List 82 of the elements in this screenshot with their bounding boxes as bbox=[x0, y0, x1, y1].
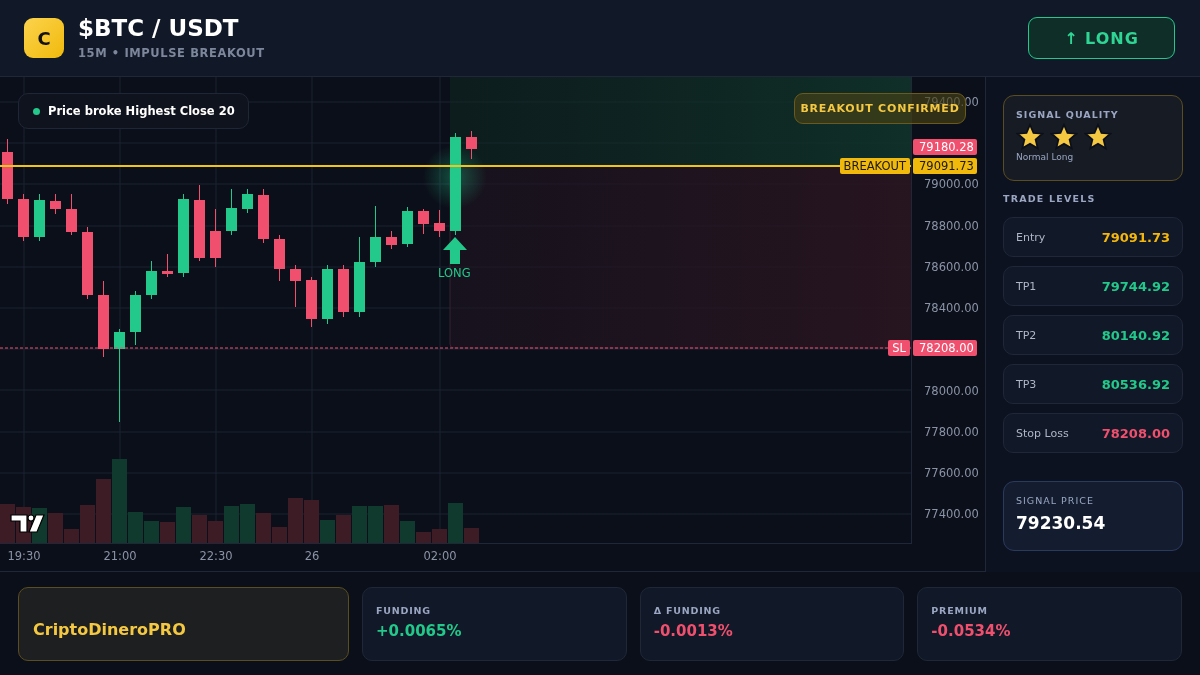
section-title: TRADE LEVELS bbox=[1003, 193, 1097, 204]
metric-value: -0.0013% bbox=[653, 622, 734, 640]
candle bbox=[162, 253, 173, 278]
metric-label: Δ FUNDING bbox=[653, 605, 722, 616]
candle bbox=[274, 234, 285, 282]
candle bbox=[338, 264, 349, 318]
candle bbox=[322, 264, 333, 325]
metric-value: -0.0534% bbox=[931, 622, 1012, 640]
candle bbox=[226, 188, 237, 236]
time-tick: 21:00 bbox=[102, 549, 138, 563]
brand-name: CriptoDineroPRO bbox=[33, 619, 186, 639]
volume-bar bbox=[368, 506, 383, 543]
candle bbox=[434, 209, 445, 238]
price-tag: 78208.00 bbox=[913, 340, 977, 356]
level-value: 79744.92 bbox=[1101, 278, 1170, 294]
level-value: 80536.92 bbox=[1101, 376, 1170, 392]
volume-bar bbox=[0, 504, 15, 543]
volume-bar bbox=[240, 504, 255, 543]
candle bbox=[210, 208, 221, 268]
metric-value: +0.0065% bbox=[376, 622, 463, 640]
time-tick: 26 bbox=[303, 549, 321, 563]
price-tick: 77600.00 bbox=[924, 465, 979, 481]
candle bbox=[130, 290, 141, 346]
candle bbox=[50, 193, 61, 215]
price-tick: 77400.00 bbox=[924, 506, 979, 522]
candle bbox=[386, 230, 397, 250]
level-label: TP2 bbox=[1016, 328, 1037, 342]
candle bbox=[370, 205, 381, 268]
pair-title: $BTC / USDT bbox=[78, 16, 240, 40]
candle bbox=[146, 260, 157, 300]
candle bbox=[258, 188, 269, 244]
up-arrow-icon bbox=[443, 237, 467, 264]
time-tick: 19:30 bbox=[6, 549, 42, 563]
price-tag-label: SL bbox=[888, 340, 910, 356]
price-tick: 78400.00 bbox=[924, 300, 979, 316]
volume-bar bbox=[336, 515, 351, 543]
price-tag: 79180.28 bbox=[913, 139, 977, 155]
star-icon bbox=[1050, 123, 1078, 151]
long-button[interactable]: ↑ LONG bbox=[1028, 17, 1175, 59]
level-label: TP1 bbox=[1016, 279, 1037, 293]
candle bbox=[466, 130, 477, 160]
price-tick: 78800.00 bbox=[924, 218, 979, 234]
price-tick: 78000.00 bbox=[924, 383, 979, 399]
candle bbox=[418, 208, 429, 235]
level-value: 80140.92 bbox=[1101, 327, 1170, 343]
candle bbox=[66, 193, 77, 236]
price-tick: 79000.00 bbox=[924, 176, 979, 192]
candle bbox=[34, 193, 45, 242]
time-tick: 22:30 bbox=[198, 549, 234, 563]
candle bbox=[402, 206, 413, 248]
level-label: Stop Loss bbox=[1016, 426, 1069, 440]
volume-bar bbox=[144, 521, 159, 543]
metric-label: FUNDING bbox=[376, 605, 432, 616]
metric-label: PREMIUM bbox=[931, 605, 989, 616]
level-label: TP3 bbox=[1016, 377, 1037, 391]
candle bbox=[306, 276, 317, 328]
star-icon bbox=[1016, 123, 1044, 151]
app-logo: C bbox=[24, 18, 64, 58]
volume-bar bbox=[192, 515, 207, 543]
candle bbox=[2, 138, 13, 205]
status-dot-icon bbox=[33, 107, 40, 115]
signal-price-value: 79230.54 bbox=[1016, 513, 1107, 533]
candle bbox=[18, 193, 29, 242]
chart-logo-icon bbox=[10, 514, 45, 533]
star-icon bbox=[1084, 123, 1112, 151]
volume-bar bbox=[352, 506, 367, 543]
candle bbox=[242, 188, 253, 214]
notice-text: Price broke Highest Close 20 bbox=[48, 104, 235, 118]
card-title: SIGNAL QUALITY bbox=[1016, 109, 1120, 120]
level-label: Entry bbox=[1016, 230, 1046, 244]
price-tick: 77800.00 bbox=[924, 424, 979, 440]
signal-label: LONG bbox=[438, 266, 471, 280]
level-value: 79091.73 bbox=[1101, 229, 1170, 245]
signal-price-label: SIGNAL PRICE bbox=[1016, 495, 1095, 506]
price-tag-label: BREAKOUT bbox=[839, 158, 910, 174]
level-value: 78208.00 bbox=[1101, 425, 1170, 441]
price-tick: 78600.00 bbox=[924, 259, 979, 275]
time-tick: 02:00 bbox=[422, 549, 458, 563]
strategy-subtitle: 15M • IMPULSE BREAKOUT bbox=[78, 45, 265, 60]
quality-caption: Normal Long bbox=[1016, 152, 1075, 162]
price-tag: 79091.73 bbox=[913, 158, 977, 174]
candle bbox=[290, 264, 301, 308]
